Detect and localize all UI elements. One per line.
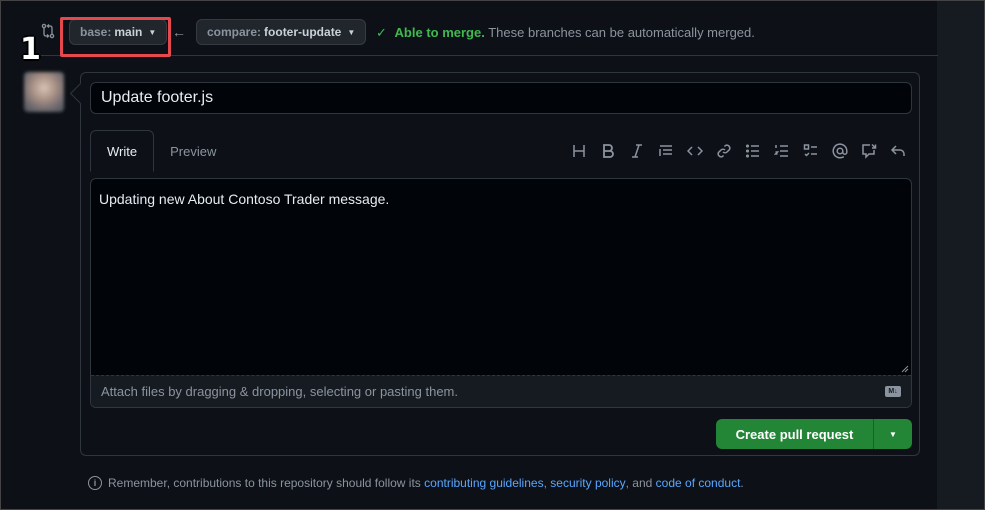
reply-icon[interactable] [888,141,907,160]
comment-body[interactable]: Updating new About Contoso Trader messag… [99,191,389,207]
task-list-icon[interactable] [801,141,820,160]
base-branch-button[interactable]: base: main ▼ [69,19,168,45]
markdown-toolbar [569,141,907,160]
note-prefix: Remember, contributions to this reposito… [108,476,421,490]
pull-request-form: Write Preview [80,72,920,456]
create-pull-request-group: Create pull request ▼ [716,419,912,449]
merge-status: ✓ Able to merge. These branches can be a… [376,25,755,41]
tab-preview[interactable]: Preview [154,130,232,172]
compare-prefix: compare: [207,25,262,39]
info-icon: i [88,476,102,490]
compare-branch-button[interactable]: compare: footer-update ▼ [196,19,367,45]
base-prefix: base: [80,25,112,39]
unordered-list-icon[interactable] [743,141,762,160]
heading-icon[interactable] [569,141,588,160]
quote-icon[interactable] [656,141,675,160]
tab-write[interactable]: Write [90,130,155,172]
comment-editor[interactable]: Updating new About Contoso Trader messag… [90,178,912,408]
markdown-icon[interactable]: M↓ [885,386,901,397]
compare-bar: base: main ▼ ← compare: footer-update ▼ … [24,10,938,56]
ordered-list-icon[interactable] [772,141,791,160]
resize-handle-icon[interactable] [901,365,909,373]
note-separator-1: , [543,476,547,490]
avatar [24,72,64,112]
mention-icon[interactable] [830,141,849,160]
security-policy-link[interactable]: security policy [550,476,625,490]
caret-down-icon: ▼ [347,27,356,37]
editor-tabs: Write Preview [90,130,232,172]
attach-files-text: Attach files by dragging & dropping, sel… [101,384,458,399]
bold-icon[interactable] [598,141,617,160]
git-compare-icon [40,23,56,39]
compare-branch-name: footer-update [264,25,342,39]
note-separator-2: , and [625,476,653,490]
code-icon[interactable] [685,141,704,160]
merge-msg-text: These branches can be automatically merg… [488,25,755,40]
italic-icon[interactable] [627,141,646,160]
step-number-1: 1 [20,32,41,67]
base-branch-name: main [114,25,143,39]
attach-files-bar[interactable]: Attach files by dragging & dropping, sel… [91,375,911,407]
arrow-left-icon: ← [172,24,186,40]
check-icon: ✓ [376,25,387,40]
side-panel [937,0,985,510]
create-pull-request-button[interactable]: Create pull request [716,419,874,449]
caret-down-icon: ▼ [148,27,157,37]
reference-icon[interactable] [859,141,878,160]
caret-down-icon[interactable]: ▼ [874,419,912,449]
link-icon[interactable] [714,141,733,160]
contributing-guidelines-link[interactable]: contributing guidelines [424,476,543,490]
contribution-note: i Remember, contributions to this reposi… [88,476,744,490]
title-input[interactable] [90,82,912,114]
note-suffix: . [740,476,744,490]
merge-ok-text: Able to merge. [394,25,485,40]
code-of-conduct-link[interactable]: code of conduct [656,476,741,490]
